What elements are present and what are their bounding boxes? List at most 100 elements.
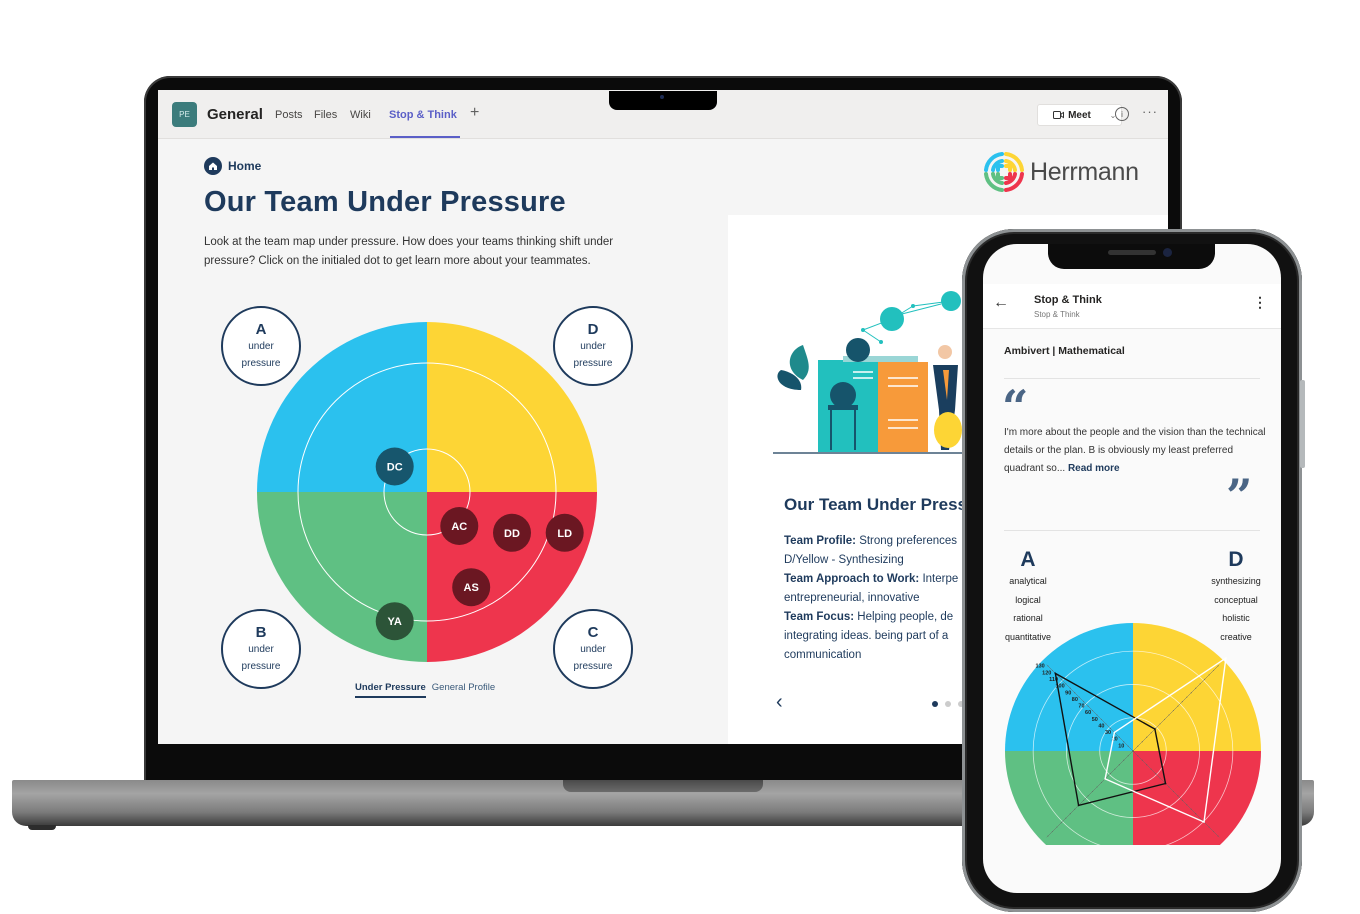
read-more-link[interactable]: Read more: [1068, 463, 1120, 474]
panel-line-text: Strong preferences: [856, 535, 958, 547]
home-icon: [204, 157, 222, 175]
tab-files[interactable]: Files: [314, 109, 337, 121]
radar-tick-label: 130: [1036, 664, 1045, 670]
panel-line-text: Helping people, de: [854, 611, 954, 623]
quadrant-word: conceptual: [1214, 594, 1258, 605]
member-dot-dc[interactable]: DC: [375, 447, 414, 486]
radar-point: [1113, 731, 1116, 734]
phone-subtitle: Stop & Think: [1034, 310, 1080, 319]
tab-posts[interactable]: Posts: [275, 109, 303, 121]
radar-tick-label: 50: [1092, 717, 1098, 723]
team-map: DC AC DD LD AS YA: [257, 322, 597, 662]
radar-tick-label: 80: [1072, 697, 1078, 703]
member-dot-as[interactable]: AS: [452, 568, 491, 607]
radar-tick-label: 10: [1118, 743, 1124, 749]
laptop-camera: [660, 95, 664, 99]
more-options-icon[interactable]: ···: [1142, 104, 1158, 119]
phone-speaker: [1108, 250, 1156, 255]
meet-label: Meet: [1068, 109, 1091, 121]
view-toggle: Under Pressure General Profile: [355, 682, 495, 698]
phone-camera: [1163, 248, 1172, 257]
herrmann-logo: Herrmann: [980, 148, 1139, 196]
member-dot-ld[interactable]: LD: [545, 513, 584, 552]
view-tab-general-profile[interactable]: General Profile: [432, 682, 495, 698]
quote-text: I'm more about the people and the vision…: [1004, 427, 1266, 474]
panel-line-text: communication: [784, 649, 862, 661]
member-dot-dd[interactable]: DD: [493, 513, 531, 552]
carousel-pagination: [932, 701, 964, 707]
home-label: Home: [228, 159, 262, 173]
quadrant-word: synthesizing: [1211, 576, 1261, 586]
phone-app-header: ← Stop & Think Stop & Think ⋮: [983, 284, 1281, 329]
profile-type: Ambivert | Mathematical: [1004, 345, 1125, 357]
radar-point: [1225, 657, 1227, 659]
meet-button[interactable]: Meet: [1037, 104, 1107, 126]
carousel-dot[interactable]: [945, 701, 951, 707]
radar-tick-label: 90: [1065, 690, 1071, 696]
divider: [1004, 378, 1260, 379]
panel-line-text: integrating ideas. being part of a: [784, 630, 949, 642]
divider: [1004, 530, 1260, 531]
quadrant-letter: A: [1020, 548, 1036, 571]
member-initials: DD: [504, 528, 520, 540]
radar-tick-label: 70: [1078, 704, 1084, 710]
radar-point: [1203, 821, 1205, 823]
logo-text: Herrmann: [1030, 157, 1139, 186]
carousel-prev-icon[interactable]: ‹: [776, 691, 783, 714]
radar-background: 102030405060708090100110120130: [1005, 623, 1261, 845]
radar-tick-label: 40: [1098, 723, 1104, 729]
radar-quadrant-b: [1005, 751, 1133, 845]
quadrant-word: analytical: [1009, 576, 1047, 586]
quadrant-letter: D: [1228, 548, 1244, 571]
home-link[interactable]: Home: [204, 157, 261, 175]
panel-line-text: D/Yellow - Synthesizing: [784, 554, 904, 566]
phone-title: Stop & Think: [1034, 294, 1102, 306]
radar-point: [1077, 804, 1080, 807]
more-vertical-icon[interactable]: ⋮: [1253, 294, 1267, 311]
team-illustration: [773, 291, 973, 454]
radar-chart: 102030405060708090100110120130: [1005, 623, 1261, 845]
laptop-opening-groove: [563, 780, 763, 792]
carousel-dot[interactable]: [932, 701, 938, 707]
radar-point: [1104, 778, 1106, 780]
panel-line-label: Team Profile:: [784, 535, 856, 547]
info-icon[interactable]: i: [1115, 107, 1129, 121]
laptop-foot: [28, 825, 56, 830]
phone-notch: [1048, 244, 1215, 269]
panel-line-label: Team Focus:: [784, 611, 855, 623]
member-initials: AS: [464, 582, 479, 594]
laptop-notch: [609, 91, 717, 110]
radar-point: [1154, 728, 1156, 730]
page-title: Our Team Under Pressure: [204, 186, 566, 218]
channel-name: General: [207, 106, 263, 123]
radar-tick-label: 30: [1105, 730, 1111, 736]
herrmann-logo-icon: [984, 152, 1024, 192]
active-tab-indicator: [390, 136, 460, 138]
view-tab-under-pressure[interactable]: Under Pressure: [355, 682, 426, 698]
intro-text: Look at the team map under pressure. How…: [204, 236, 614, 267]
member-initials: LD: [557, 528, 572, 540]
member-dot-ya[interactable]: YA: [375, 602, 414, 641]
member-initials: YA: [388, 616, 402, 628]
panel-line-text: Interpe: [919, 573, 959, 585]
quadrant-word: logical: [1015, 594, 1041, 605]
member-initials: AC: [451, 521, 467, 533]
video-camera-icon: [1053, 111, 1065, 119]
team-avatar[interactable]: PE: [172, 102, 197, 127]
tab-wiki[interactable]: Wiki: [350, 109, 371, 121]
member-dot-ac[interactable]: AC: [440, 507, 479, 545]
radar-tick-label: 120: [1042, 670, 1051, 676]
panel-line-label: Team Approach to Work:: [784, 573, 920, 585]
radar-point: [1054, 672, 1057, 675]
radar-point: [1164, 782, 1167, 785]
panel-line-text: entrepreneurial, innovative: [784, 592, 920, 604]
tab-stop-and-think[interactable]: Stop & Think: [389, 109, 457, 121]
back-arrow-icon[interactable]: ←: [993, 294, 1009, 312]
quadrant-d: [427, 322, 597, 492]
phone-screen: ← Stop & Think Stop & Think ⋮ Ambivert |…: [983, 244, 1281, 893]
radar-tick-label: 60: [1085, 710, 1091, 716]
close-quote-icon: ”: [1226, 469, 1253, 523]
add-tab-icon[interactable]: +: [470, 104, 479, 122]
member-initials: DC: [387, 462, 403, 474]
phone-side-button: [1300, 380, 1305, 468]
